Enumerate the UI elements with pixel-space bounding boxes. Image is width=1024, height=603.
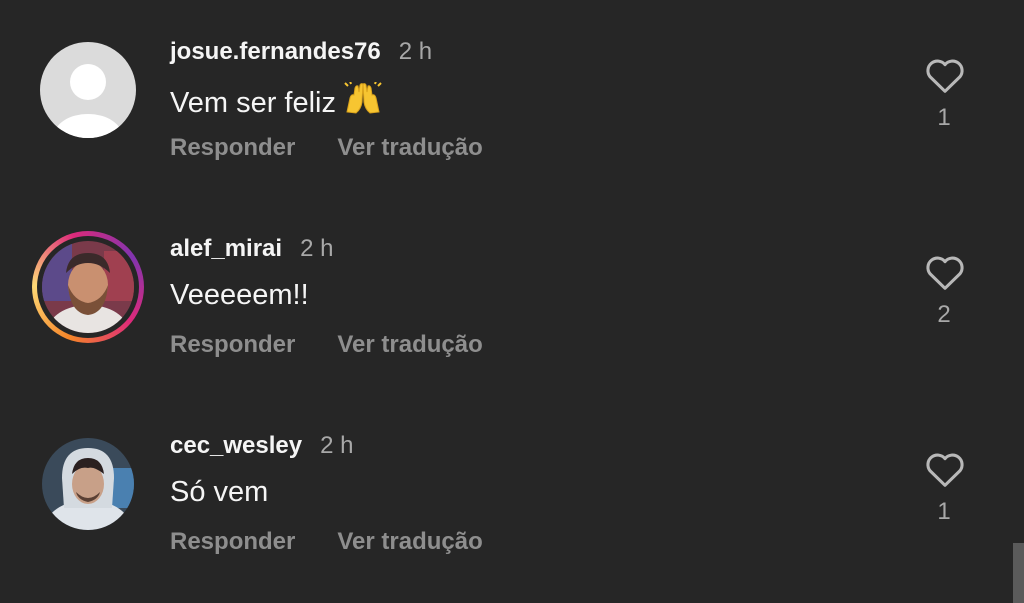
see-translation-button[interactable]: Ver tradução bbox=[337, 134, 482, 162]
avatar[interactable] bbox=[40, 436, 136, 532]
like-count: 1 bbox=[937, 498, 951, 525]
reply-button[interactable]: Responder bbox=[170, 134, 295, 162]
reply-button[interactable]: Responder bbox=[170, 528, 295, 556]
comment-body: Veeeeem!! bbox=[170, 279, 309, 311]
like-count: 2 bbox=[937, 301, 951, 328]
comment-meta: cec_wesley 2 h bbox=[170, 432, 354, 464]
comment-body: Vem ser feliz bbox=[170, 86, 336, 119]
heart-icon[interactable] bbox=[922, 446, 968, 492]
comment-text: Veeeeem!! bbox=[170, 279, 309, 312]
avatar[interactable] bbox=[32, 231, 144, 343]
comment-item: josue.fernandes76 2 h Vem ser feliz Resp… bbox=[0, 38, 1024, 198]
comment-item: alef_mirai 2 h Veeeeem!! Responder Ver t… bbox=[0, 231, 1024, 395]
raising-hands-icon bbox=[344, 80, 382, 124]
comment-actions: Responder Ver tradução bbox=[170, 134, 483, 162]
profile-photo bbox=[42, 438, 134, 530]
comment-meta: alef_mirai 2 h bbox=[170, 235, 333, 267]
timestamp: 2 h bbox=[398, 38, 433, 65]
like-count: 1 bbox=[937, 104, 951, 131]
timestamp: 2 h bbox=[300, 235, 334, 262]
username-link[interactable]: alef_mirai bbox=[170, 235, 282, 263]
comment-item: cec_wesley 2 h Só vem Responder Ver trad… bbox=[0, 432, 1024, 592]
default-avatar-icon bbox=[40, 42, 136, 138]
comment-actions: Responder Ver tradução bbox=[170, 528, 483, 556]
see-translation-button[interactable]: Ver tradução bbox=[337, 528, 482, 556]
heart-icon[interactable] bbox=[922, 249, 968, 295]
comment-meta: josue.fernandes76 2 h bbox=[170, 38, 432, 70]
avatar[interactable] bbox=[40, 42, 136, 138]
comment-body: Só vem bbox=[170, 476, 269, 508]
comment-text: Só vem bbox=[170, 476, 268, 509]
see-translation-button[interactable]: Ver tradução bbox=[337, 331, 482, 359]
comment-actions: Responder Ver tradução bbox=[170, 331, 483, 359]
heart-icon[interactable] bbox=[922, 52, 968, 98]
reply-button[interactable]: Responder bbox=[170, 331, 295, 359]
profile-photo bbox=[42, 241, 134, 333]
username-link[interactable]: josue.fernandes76 bbox=[170, 38, 381, 66]
comment-text: Vem ser feliz bbox=[170, 80, 382, 124]
username-link[interactable]: cec_wesley bbox=[170, 432, 302, 460]
timestamp: 2 h bbox=[320, 432, 354, 459]
scrollbar-thumb[interactable] bbox=[1013, 543, 1024, 603]
